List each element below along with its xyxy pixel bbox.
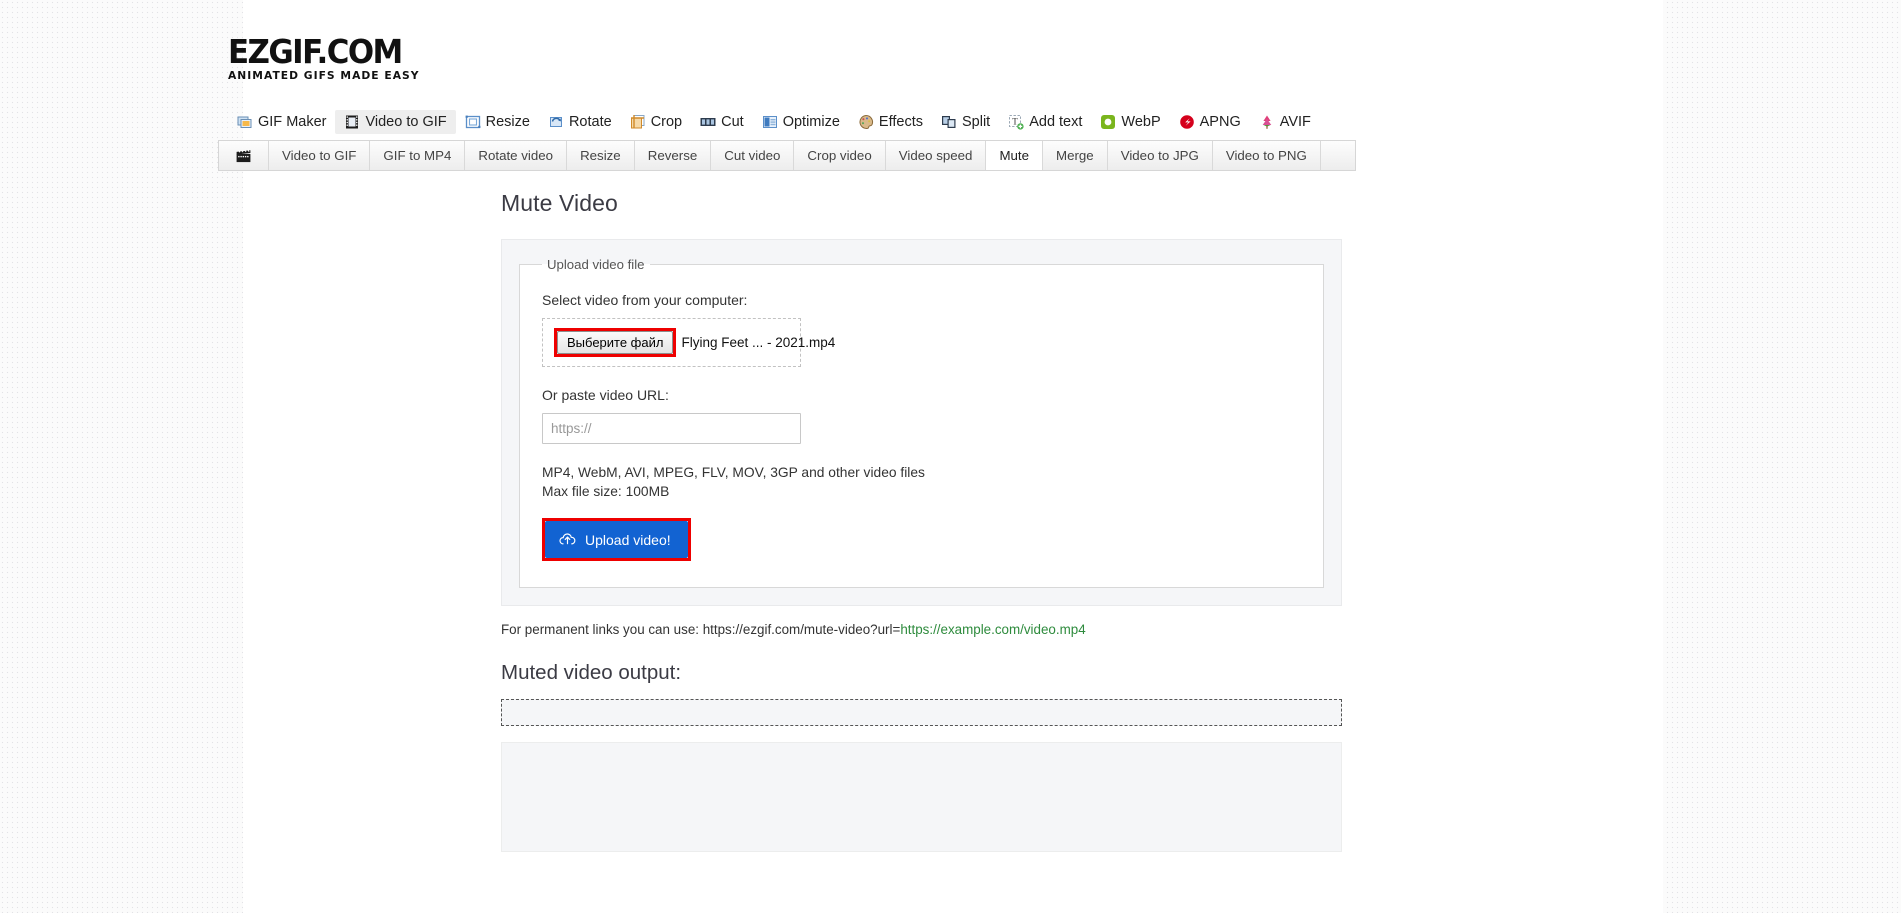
nav-label: AVIF [1279,114,1311,130]
subnav-label: Reverse [647,148,698,163]
paste-url-label: Or paste video URL: [542,387,669,403]
permalink-prefix: For permanent links you can use: https:/… [501,622,901,637]
cut-icon [700,118,716,126]
nav-label: Split [961,114,991,130]
subnav-item-gif-to-mp4[interactable]: GIF to MP4 [370,141,466,170]
select-video-label: Select video from your computer: [542,292,748,308]
subnav-label: Video to GIF [282,148,357,163]
subnav-item-video-to-gif[interactable]: Video to GIF [269,141,371,170]
nav-item-cut[interactable]: Cut [691,110,753,134]
permanent-link-text: For permanent links you can use: https:/… [501,622,1346,637]
split-icon [941,116,956,128]
site-logo[interactable]: EZGIF.COM ANIMATED GIFS MADE EASY [228,35,419,82]
nav-label: WebP [1121,114,1161,130]
nav-item-rotate[interactable]: Rotate [539,110,621,134]
optimize-icon [762,116,777,128]
subnav-label: Mute [999,148,1029,163]
nav-item-optimize[interactable]: Optimize [753,110,849,134]
subnav-item-reverse[interactable]: Reverse [635,141,712,170]
subnav-label: Crop video [807,148,872,163]
avif-icon [1262,115,1272,129]
nav-item-crop[interactable]: Crop [621,110,691,134]
nav-item-add-text[interactable]: T Add text [999,110,1091,134]
nav-label: Crop [650,114,683,130]
nav-label: Resize [485,114,530,130]
page-title: Mute Video [501,190,618,216]
subnav-label: Video speed [898,148,973,163]
webp-icon [1101,115,1116,129]
add-text-icon: T [1009,115,1024,130]
nav-label: GIF Maker [258,114,327,130]
nav-item-video-to-gif[interactable]: Video to GIF [335,110,456,134]
nav-label: Add text [1029,114,1083,130]
logo-tagline: ANIMATED GIFS MADE EASY [228,70,420,82]
upload-fieldset: Upload video file Select video from your… [519,257,1324,588]
nav-item-webp[interactable]: WebP [1091,110,1169,134]
selected-file-name: Flying Feet ... - 2021.mp4 [681,335,836,350]
upload-video-button[interactable]: Upload video! [545,521,688,558]
subnav-item-video-speed[interactable]: Video speed [886,141,987,170]
subnav-label: GIF to MP4 [383,148,452,163]
nav-label: Video to GIF [365,114,447,130]
subnav-filler [1321,141,1355,170]
bottom-panel [501,742,1342,852]
nav-label: Effects [878,114,923,130]
subnav-item-crop-video[interactable]: Crop video [794,141,886,170]
subnav-item-rotate-video[interactable]: Rotate video [465,141,568,170]
rotate-icon [549,117,562,127]
nav-item-avif[interactable]: AVIF [1250,110,1320,134]
nav-label: Cut [721,114,744,130]
nav-item-split[interactable]: Split [932,110,999,134]
svg-text:T: T [1012,116,1018,126]
subnav-label: Resize [580,148,621,163]
nav-item-gif-maker[interactable]: GIF Maker [228,110,335,134]
output-placeholder-box [501,699,1342,726]
upload-button-label: Upload video! [585,531,671,548]
logo-wordmark: EZGIF.COM [228,32,403,71]
effects-icon [859,114,873,129]
subnav-label: Cut video [724,148,781,163]
resize-icon [465,115,481,129]
subnav-label: Rotate video [478,148,554,163]
upload-button-highlight: Upload video! [542,518,691,561]
subnav-item-resize[interactable]: Resize [567,141,635,170]
subnav-label: Video to JPG [1120,148,1199,163]
max-file-size-text: Max file size: 100MB [542,484,670,499]
supported-formats-text: MP4, WebM, AVI, MPEG, FLV, MOV, 3GP and … [542,465,925,480]
video-to-gif-icon [346,115,359,129]
choose-file-button[interactable]: Выберите файл [557,331,674,354]
subnav-item-merge[interactable]: Merge [1043,141,1108,170]
nav-item-effects[interactable]: Effects [849,110,932,134]
subnav-item-video-to-jpg[interactable]: Video to JPG [1108,141,1213,170]
nav-label: Rotate [568,114,612,130]
crop-icon [630,115,645,129]
subnav-label: Merge [1056,148,1094,163]
nav-label: Optimize [782,114,840,130]
permalink-example-url: https://example.com/video.mp4 [900,622,1086,637]
nav-item-apng[interactable]: APNG [1170,110,1250,134]
upload-fieldset-legend: Upload video file [547,257,645,272]
upload-panel: Upload video file Select video from your… [501,239,1342,606]
output-title: Muted video output: [501,661,682,684]
video-url-input[interactable] [542,413,801,444]
apng-icon [1179,115,1194,129]
main-content: Mute Video Upload video file Select vide… [501,190,1346,852]
clapperboard-icon [236,149,251,163]
main-navigation: GIF Maker Video to GIF Resize Rotate Cro… [228,108,1363,136]
subnav-item-mute[interactable]: Mute [986,141,1043,170]
sub-navigation: Video to GIF GIF to MP4 Rotate video Res… [218,140,1356,171]
subnav-item-cut-video[interactable]: Cut video [711,141,795,170]
nav-item-resize[interactable]: Resize [456,110,539,134]
file-input-row[interactable]: Выберите файл Flying Feet ... - 2021.mp4 [542,318,835,367]
subnav-home-button[interactable] [219,141,269,170]
subnav-item-video-to-png[interactable]: Video to PNG [1213,141,1321,170]
file-button-highlight: Выберите файл [554,328,677,357]
gif-maker-icon [237,116,252,128]
subnav-label: Video to PNG [1225,148,1307,163]
cloud-upload-icon [559,533,576,545]
nav-label: APNG [1199,114,1241,130]
